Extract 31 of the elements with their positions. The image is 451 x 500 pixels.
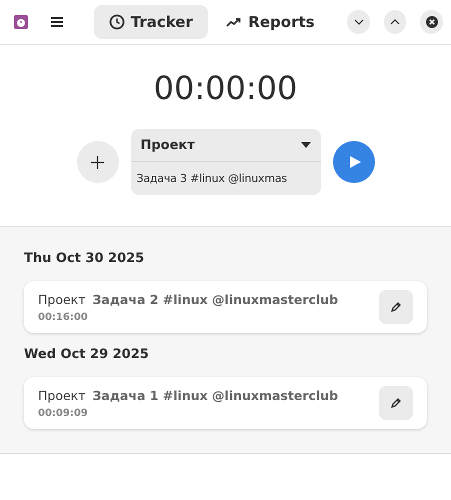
entry-task: Задача 1 #linux @linuxmasterclub [92, 388, 338, 402]
chevron-down-icon [354, 19, 364, 25]
entry-task: Задача 2 #linux @linuxmasterclub [92, 292, 338, 306]
clock-icon [108, 14, 125, 30]
date-heading: Thu Oct 30 2025 [24, 251, 146, 266]
close-button[interactable] [420, 10, 443, 34]
plus-icon [91, 156, 104, 168]
pencil-icon [390, 301, 402, 313]
entry-project: Проект [38, 388, 86, 402]
view-tab[interactable]: Reports [214, 5, 328, 39]
caret-icon [300, 142, 310, 148]
menu-icon[interactable] [50, 15, 64, 29]
entry-duration: 00:16:00 [38, 312, 89, 322]
edit-button[interactable] [379, 290, 413, 324]
task-field[interactable]: Задача 3 #linux @linuxmas [130, 162, 320, 195]
trend-icon [226, 16, 242, 28]
view-tab[interactable]: Tracker [94, 5, 208, 39]
close-icon [424, 15, 439, 29]
play-icon [350, 156, 360, 168]
minimize-button[interactable] [347, 10, 370, 34]
project-dropdown[interactable]: Проект [130, 129, 320, 162]
app-icon[interactable] [14, 15, 28, 29]
entry-project: Проект [38, 292, 86, 306]
maximize-button[interactable] [384, 10, 406, 34]
edit-button[interactable] [379, 386, 413, 420]
pencil-icon [390, 397, 402, 409]
chevron-up-icon [390, 19, 400, 25]
date-heading: Wed Oct 29 2025 [24, 347, 150, 362]
start-button[interactable] [332, 141, 374, 183]
timer-display: 00:00:00 [154, 69, 298, 109]
entry-duration: 00:09:09 [38, 408, 89, 418]
